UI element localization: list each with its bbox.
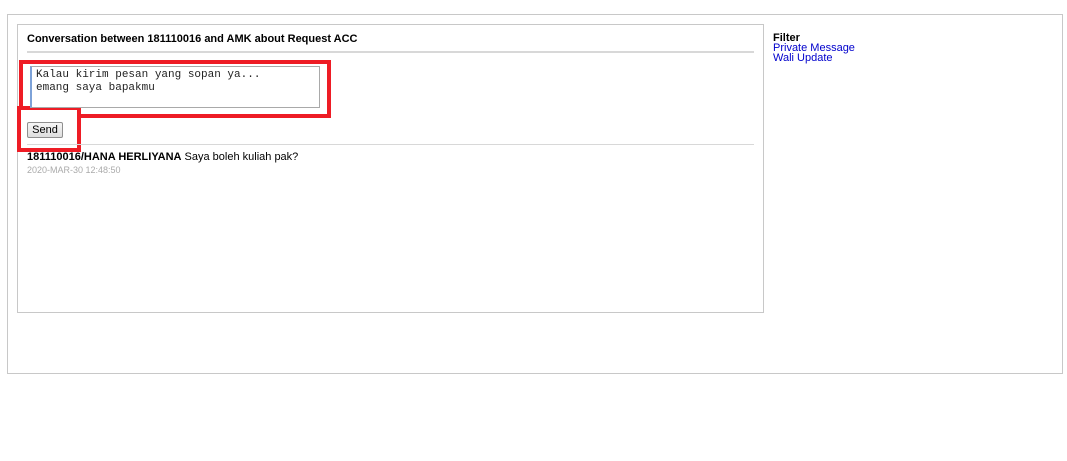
send-button[interactable]: Send <box>27 122 63 138</box>
message-sender: 181110016/HANA HERLIYANA <box>27 151 182 163</box>
message-text: Saya boleh kuliah pak? <box>184 151 299 163</box>
message-entry: 181110016/HANA HERLIYANA Saya boleh kuli… <box>27 151 298 163</box>
reply-textarea[interactable]: Kalau kirim pesan yang sopan ya... emang… <box>30 66 320 108</box>
conversation-title: Conversation between 181110016 and AMK a… <box>27 33 358 45</box>
message-timestamp: 2020-MAR-30 12:48:50 <box>27 165 121 175</box>
message-divider <box>27 144 754 145</box>
filter-link-wali-update[interactable]: Wali Update <box>773 53 855 64</box>
filter-panel: Filter Private Message Wali Update <box>773 33 855 64</box>
title-divider <box>27 51 754 53</box>
